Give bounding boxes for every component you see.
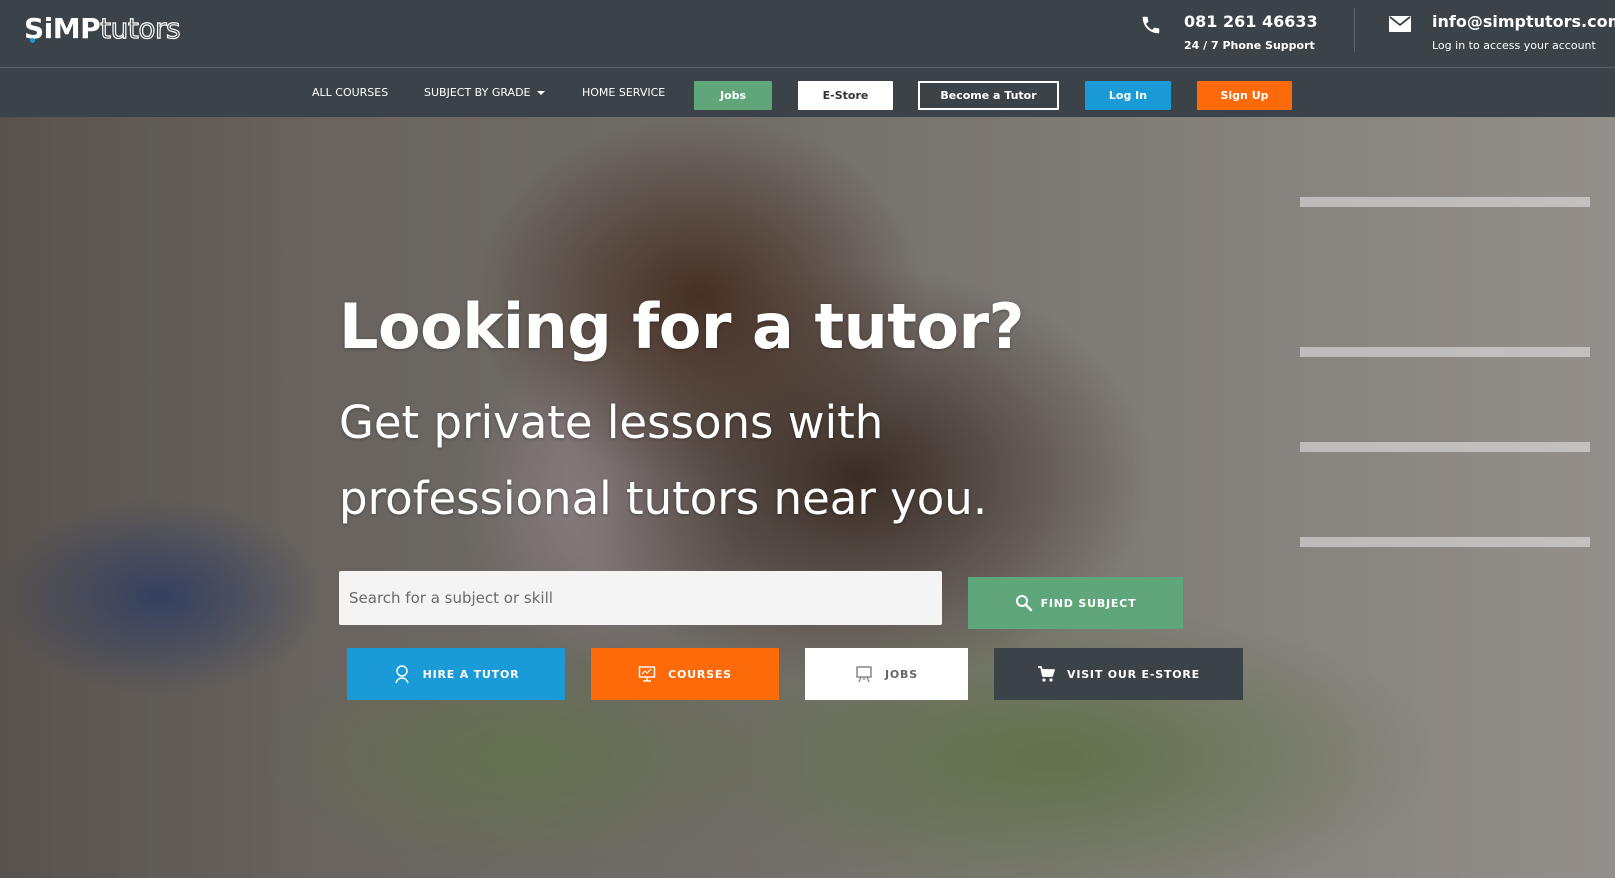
shelf-decor xyxy=(1300,347,1590,357)
find-subject-label: FIND SUBJECT xyxy=(1040,596,1137,610)
presentation-icon xyxy=(638,665,656,683)
visit-estore-button[interactable]: VISIT OUR E-STORE xyxy=(994,648,1243,700)
shelf-decor xyxy=(1300,197,1590,207)
nav-all-courses[interactable]: ALL COURSES xyxy=(312,86,388,99)
top-bar: SiMPtutors 081 261 46633 24 / 7 Phone Su… xyxy=(0,0,1615,68)
courses-button[interactable]: COURSES xyxy=(591,648,779,700)
logo[interactable]: SiMPtutors xyxy=(24,11,182,45)
visit-estore-label: VISIT OUR E-STORE xyxy=(1067,667,1200,681)
logo-main: SiMP xyxy=(24,12,101,45)
jobs-button[interactable]: Jobs xyxy=(694,81,772,110)
courses-label: COURSES xyxy=(668,667,732,681)
jobs-icon xyxy=(855,665,873,683)
jobs-cta-label: JOBS xyxy=(885,667,918,681)
login-hint: Log in to access your account xyxy=(1432,39,1596,52)
become-tutor-button[interactable]: Become a Tutor xyxy=(918,81,1059,110)
phone-contact[interactable]: 081 261 46633 24 / 7 Phone Support xyxy=(1140,10,1318,60)
signup-button[interactable]: Sign Up xyxy=(1197,81,1292,110)
shelf-decor xyxy=(1300,442,1590,452)
logo-dot xyxy=(30,38,35,43)
hero-section: Looking for a tutor? Get private lessons… xyxy=(0,117,1615,878)
nav-subject-by-grade[interactable]: SUBJECT BY GRADE xyxy=(424,86,545,99)
cart-icon xyxy=(1037,665,1055,683)
mail-icon xyxy=(1388,14,1412,34)
search-icon xyxy=(1015,594,1033,612)
jobs-cta-button[interactable]: JOBS xyxy=(805,648,968,700)
shelf-decor xyxy=(1300,537,1590,547)
caret-down-icon xyxy=(536,91,545,95)
hire-tutor-button[interactable]: HIRE A TUTOR xyxy=(347,648,565,700)
header-divider xyxy=(1354,8,1355,52)
phone-support-label: 24 / 7 Phone Support xyxy=(1184,39,1315,52)
hire-tutor-label: HIRE A TUTOR xyxy=(422,667,520,681)
find-subject-button[interactable]: FIND SUBJECT xyxy=(968,577,1183,629)
phone-icon xyxy=(1140,14,1162,36)
phone-number: 081 261 46633 xyxy=(1184,12,1318,31)
nav-home-service[interactable]: HOME SERVICE xyxy=(582,86,665,99)
email-address: info@simptutors.com xyxy=(1432,12,1615,31)
logo-sub: tutors xyxy=(100,11,182,45)
nav-subject-label: SUBJECT BY GRADE xyxy=(424,86,531,99)
tutor-icon xyxy=(393,664,411,684)
subject-search-input[interactable] xyxy=(339,571,942,625)
nav-bar: ALL COURSES SUBJECT BY GRADE HOME SERVIC… xyxy=(0,68,1615,117)
login-button[interactable]: Log In xyxy=(1085,81,1171,110)
email-contact[interactable]: info@simptutors.com Log in to access you… xyxy=(1388,10,1615,60)
hero-subline: Get private lessons with professional tu… xyxy=(339,396,988,525)
estore-button[interactable]: E-Store xyxy=(798,81,893,110)
hero-headline: Looking for a tutor? xyxy=(339,290,1025,363)
